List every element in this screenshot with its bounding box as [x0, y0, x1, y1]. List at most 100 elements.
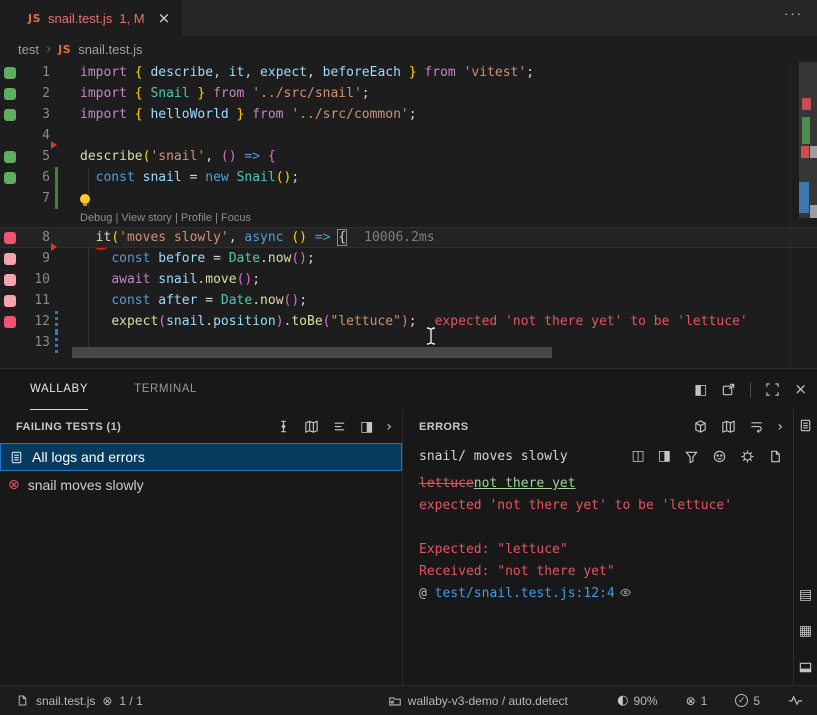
code-line[interactable]: 8 it('moves slowly', async () => {10006.…: [0, 227, 817, 248]
code-token: import: [80, 107, 135, 122]
code-token: import: [80, 65, 135, 80]
wallaby-coverage-indicator[interactable]: [4, 151, 16, 163]
select-ibeam-icon[interactable]: [276, 419, 291, 434]
tab-terminal[interactable]: TERMINAL: [134, 369, 197, 410]
code-line[interactable]: 3import { helloWorld } from '../src/comm…: [0, 104, 817, 125]
debug-console-icon[interactable]: [712, 449, 727, 464]
error-location-link[interactable]: test/snail.test.js:12:4: [435, 586, 615, 601]
code-line[interactable]: 2import { Snail } from '../src/snail';: [0, 83, 817, 104]
status-coverage[interactable]: ◐ 90%: [603, 694, 671, 708]
layout-panel-icon[interactable]: ◨: [360, 420, 373, 434]
status-file-info[interactable]: snail.test.js ⊗ 1 / 1: [16, 694, 143, 708]
code-token: async: [244, 230, 291, 245]
map-icon[interactable]: [721, 419, 736, 434]
rows-icon[interactable]: ▤: [799, 588, 812, 602]
received-line: Received: "not there yet": [419, 561, 793, 583]
code-token: ;: [299, 293, 307, 308]
panel-bottom-icon[interactable]: [798, 660, 813, 675]
line-number: 4: [16, 128, 50, 143]
word-wrap-icon[interactable]: [749, 419, 764, 434]
wallaby-coverage-indicator[interactable]: [4, 253, 16, 265]
chevron-right-icon[interactable]: ›: [386, 420, 392, 434]
gutter-decorations: [50, 167, 66, 188]
code-token: const: [111, 293, 158, 308]
code-line[interactable]: 9 const before = Date.now();: [0, 248, 817, 269]
codelens-row[interactable]: Debug | View story | Profile | Focus: [0, 209, 817, 227]
split-columns-icon[interactable]: ◫: [632, 449, 645, 463]
wallaby-coverage-indicator[interactable]: [4, 109, 16, 121]
gutter-decorations: [50, 269, 66, 290]
wallaby-coverage-indicator[interactable]: [4, 316, 16, 328]
code-lines[interactable]: 1import { describe, it, expect, beforeEa…: [0, 62, 817, 353]
status-passing-tests[interactable]: ✓ 5: [721, 694, 774, 708]
list-tree-icon[interactable]: [332, 419, 347, 434]
wallaby-coverage-indicator[interactable]: [4, 88, 16, 100]
close-panel-icon[interactable]: ×: [794, 382, 807, 397]
diff-added-text: not there yet: [474, 476, 576, 491]
code-line[interactable]: 11 const after = Date.now();: [0, 290, 817, 311]
code-token: ): [401, 314, 409, 329]
keyboard-icon[interactable]: ▦: [799, 624, 812, 638]
wallaby-coverage-indicator[interactable]: [4, 274, 16, 286]
bug-icon[interactable]: [740, 449, 755, 464]
code-line[interactable]: 7: [0, 188, 817, 209]
more-actions-icon[interactable]: ···: [784, 0, 817, 36]
gutter-decorations: [50, 311, 66, 332]
code-line[interactable]: 5describe('snail', () => {: [0, 146, 817, 167]
line-number: 13: [16, 335, 50, 350]
code-token: ;: [409, 314, 417, 329]
list-item-all-logs[interactable]: All logs and errors: [0, 443, 402, 471]
eye-icon[interactable]: [619, 586, 632, 599]
log-notes-icon[interactable]: [798, 418, 813, 433]
status-failing-tests[interactable]: ⊗ 1: [672, 694, 722, 708]
code-line[interactable]: 6 const snail = new Snail();: [0, 167, 817, 188]
status-wallaby-activity[interactable]: [774, 693, 807, 708]
overview-ruler[interactable]: [790, 62, 817, 368]
layout-panel-icon[interactable]: ◨: [658, 449, 671, 463]
horizontal-scrollbar[interactable]: [72, 347, 552, 358]
code-token: await: [111, 272, 158, 287]
line-number: 1: [16, 65, 50, 80]
code-editor[interactable]: 1import { describe, it, expect, beforeEa…: [0, 62, 817, 368]
code-token: beforeEach: [315, 65, 409, 80]
lightbulb-icon[interactable]: [80, 194, 90, 204]
wallaby-coverage-indicator[interactable]: [4, 232, 16, 244]
failing-tests-section: FAILING TESTS (1) ◨ › All logs and error…: [0, 410, 403, 685]
status-bar: snail.test.js ⊗ 1 / 1 wallaby-v3-demo / …: [0, 685, 817, 715]
status-workspace[interactable]: wallaby-v3-demo / auto.detect: [388, 694, 568, 708]
code-token: ;: [307, 251, 315, 266]
overview-mark-error: [802, 98, 811, 110]
code-token: ,: [213, 65, 221, 80]
close-tab-icon[interactable]: ×: [158, 9, 171, 27]
gutter-spacer: [4, 337, 16, 349]
breadcrumb-folder[interactable]: test: [18, 42, 39, 57]
code-token: (: [143, 149, 151, 164]
code-token: .: [252, 293, 260, 308]
gutter-decorations: [50, 248, 66, 269]
maximize-panel-icon[interactable]: [765, 382, 780, 397]
error-test-row[interactable]: snail/ moves slowly ◫ ◨: [419, 443, 793, 469]
code-line[interactable]: 12 expect(snail.position).toBe("lettuce"…: [0, 311, 817, 332]
tab-snail-test-js[interactable]: JS snail.test.js 1, M ×: [18, 0, 182, 36]
code-line[interactable]: 1import { describe, it, expect, beforeEa…: [0, 62, 817, 83]
map-icon[interactable]: [304, 419, 319, 434]
codelens-links[interactable]: Debug | View story | Profile | Focus: [66, 212, 251, 224]
breadcrumb-file[interactable]: snail.test.js: [78, 42, 142, 57]
chevron-right-icon[interactable]: ›: [777, 420, 783, 434]
wallaby-coverage-indicator[interactable]: [4, 67, 16, 79]
code-token: '../src/snail': [252, 86, 362, 101]
wallaby-coverage-indicator[interactable]: [4, 172, 16, 184]
package-icon[interactable]: [693, 419, 708, 434]
open-external-icon[interactable]: [721, 382, 736, 397]
code-text: const after = Date.now();: [66, 290, 307, 311]
errors-header: ERRORS ›: [403, 410, 793, 443]
wallaby-coverage-indicator[interactable]: [4, 295, 16, 307]
toggle-side-panel-icon[interactable]: ◧: [694, 383, 707, 397]
new-file-icon[interactable]: [768, 449, 783, 464]
filter-icon[interactable]: [684, 449, 699, 464]
list-item-failing-test[interactable]: ⊗ snail moves slowly: [0, 471, 402, 499]
code-line[interactable]: 4: [0, 125, 817, 146]
tab-wallaby[interactable]: WALLABY: [30, 369, 88, 410]
code-line[interactable]: 10 await snail.move();: [0, 269, 817, 290]
code-token: (: [323, 314, 331, 329]
